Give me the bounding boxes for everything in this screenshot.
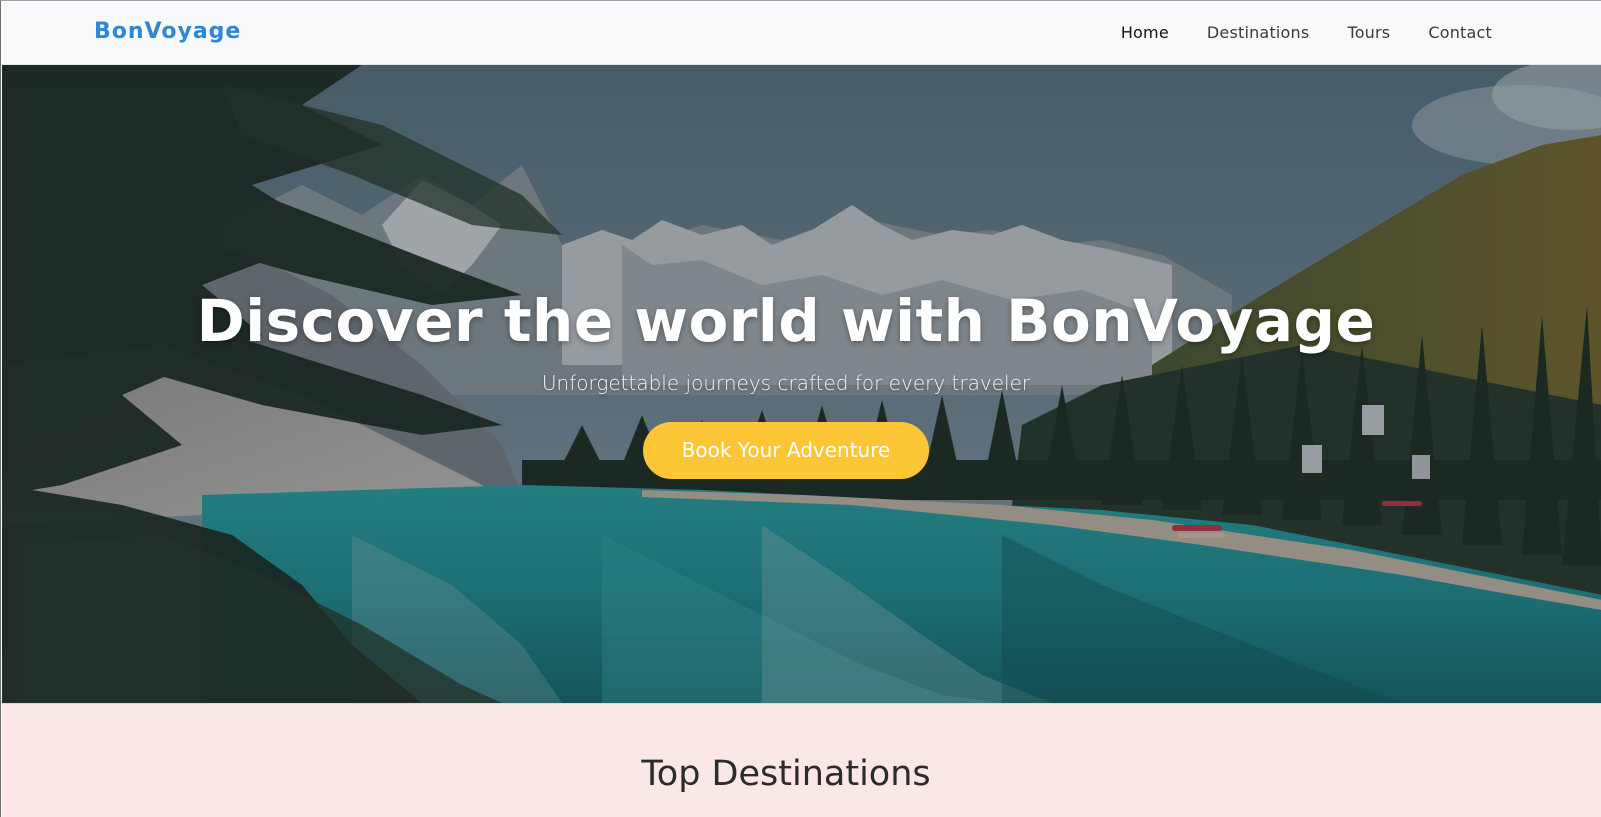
- hero-content: Discover the world with BonVoyage Unforg…: [2, 287, 1570, 479]
- hero-subtitle: Unforgettable journeys crafted for every…: [541, 371, 1031, 395]
- page: BonVoyage Home Destinations Tours Contac…: [0, 0, 1601, 817]
- hero-title: Discover the world with BonVoyage: [196, 287, 1376, 355]
- hero-section: Discover the world with BonVoyage Unforg…: [2, 65, 1601, 703]
- nav-link-contact[interactable]: Contact: [1428, 23, 1492, 42]
- book-adventure-button[interactable]: Book Your Adventure: [643, 422, 929, 479]
- nav-link-home[interactable]: Home: [1121, 23, 1169, 42]
- navbar: BonVoyage Home Destinations Tours Contac…: [2, 2, 1601, 65]
- nav-link-destinations[interactable]: Destinations: [1207, 23, 1310, 42]
- nav-link-tours[interactable]: Tours: [1347, 23, 1390, 42]
- brand-logo[interactable]: BonVoyage: [94, 19, 241, 44]
- nav-links: Home Destinations Tours Contact: [1121, 23, 1492, 42]
- section-title: Top Destinations: [641, 754, 931, 794]
- destinations-section: Top Destinations: [2, 703, 1601, 817]
